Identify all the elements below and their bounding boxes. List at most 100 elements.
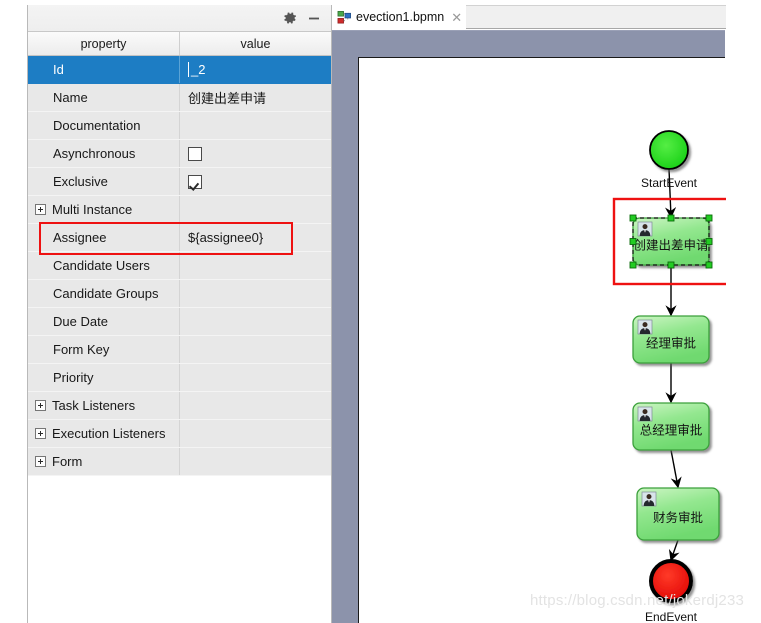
property-row-documentation[interactable]: Documentation	[28, 112, 331, 140]
sequence-flow-task4-to-endEvent[interactable]	[668, 539, 680, 562]
tab-label: evection1.bpmn	[356, 10, 445, 24]
event-circle	[649, 559, 693, 603]
property-value-cell[interactable]: _2	[180, 56, 331, 83]
property-value-cell[interactable]	[180, 364, 331, 391]
person-head	[642, 409, 648, 415]
property-row-form[interactable]: Form	[28, 448, 331, 476]
user-task-person-icon	[637, 221, 653, 237]
diagram-canvas[interactable]: StartEvent 创建出差申请 经理审批 总经理审批 财务审批 EndEvent	[358, 57, 726, 623]
property-label: Documentation	[53, 118, 141, 133]
property-value-cell[interactable]	[180, 252, 331, 279]
property-value-cell[interactable]	[180, 308, 331, 335]
text-cursor	[188, 62, 189, 77]
property-label: Exclusive	[53, 174, 108, 189]
property-label: Task Listeners	[52, 398, 136, 413]
property-value-cell[interactable]	[180, 448, 331, 475]
property-row-priority[interactable]: Priority	[28, 364, 331, 392]
editor-tabstrip: evection1.bpmn ✕	[332, 5, 726, 29]
property-value-cell[interactable]	[180, 112, 331, 139]
column-header-value[interactable]: value	[180, 32, 331, 55]
resize-handle[interactable]	[667, 261, 675, 269]
property-name-cell: Name	[28, 84, 180, 111]
property-row-name[interactable]: Name 创建出差申请	[28, 84, 331, 112]
property-value-cell[interactable]: 创建出差申请	[180, 84, 331, 111]
event-circle	[649, 130, 689, 170]
person-head	[642, 224, 648, 230]
property-name-cell: Candidate Groups	[28, 280, 180, 307]
properties-panel: property value Id _2 Name 创建出差申请 Documentati…	[27, 5, 332, 623]
property-value-cell[interactable]	[180, 168, 331, 195]
resize-handle[interactable]	[667, 214, 675, 222]
expand-plus-icon[interactable]	[35, 456, 46, 467]
property-label: Assignee	[53, 230, 107, 245]
property-value-cell[interactable]	[180, 196, 331, 223]
user-task-person-icon	[637, 319, 653, 335]
properties-table-body: Id _2 Name 创建出差申请 Documentation Asynchronous E…	[28, 56, 331, 476]
property-name-cell: Assignee	[28, 224, 180, 251]
property-name-cell: Form	[28, 448, 180, 475]
start-event-node[interactable]	[649, 130, 689, 170]
property-row-due-date[interactable]: Due Date	[28, 308, 331, 336]
end-event-node[interactable]	[649, 559, 693, 603]
resize-handle[interactable]	[705, 214, 713, 222]
resize-handle[interactable]	[705, 238, 713, 245]
minimize-icon[interactable]	[303, 8, 325, 28]
property-name-cell: Priority	[28, 364, 180, 391]
person-head	[646, 494, 652, 500]
task-label: 创建出差申请	[633, 239, 708, 253]
property-row-id[interactable]: Id _2	[28, 56, 331, 84]
editor-area: evection1.bpmn ✕ StartEvent 创建出差申请 经理审批 总经理…	[332, 0, 761, 623]
bpmn-diagram[interactable]: StartEvent 创建出差申请经理审批总经理审批财务审批 EndEvent	[359, 58, 726, 623]
flow-line	[670, 449, 682, 489]
property-name-cell: Exclusive	[28, 168, 180, 195]
resize-handle[interactable]	[629, 261, 637, 269]
property-name-cell: Id	[28, 56, 180, 83]
gear-icon[interactable]	[279, 8, 301, 28]
tabstrip-empty-space	[460, 5, 726, 29]
bpmn-editor-window: property value Id _2 Name 创建出差申请 Documentati…	[0, 0, 761, 623]
property-value: 创建出差申请	[188, 91, 267, 106]
sequence-flow-task3-to-task4[interactable]	[670, 449, 682, 489]
property-row-asynchronous[interactable]: Asynchronous	[28, 140, 331, 168]
checkbox-exclusive[interactable]	[188, 174, 202, 189]
column-header-property[interactable]: property	[28, 32, 180, 55]
property-name-cell: Execution Listeners	[28, 420, 180, 447]
expand-plus-icon[interactable]	[35, 204, 46, 215]
property-label: Form Key	[53, 342, 110, 357]
checkbox-asynchronous[interactable]	[188, 146, 202, 161]
property-label: Candidate Groups	[53, 286, 159, 301]
resize-handle[interactable]	[629, 238, 637, 245]
property-row-task-listeners[interactable]: Task Listeners	[28, 392, 331, 420]
property-value: _2	[191, 62, 206, 77]
property-value-cell[interactable]: ${assignee0}	[180, 224, 331, 251]
property-row-multi-instance[interactable]: Multi Instance	[28, 196, 331, 224]
property-name-cell: Asynchronous	[28, 140, 180, 167]
property-value-cell[interactable]	[180, 140, 331, 167]
diagram-canvas-background[interactable]: StartEvent 创建出差申请 经理审批 总经理审批 财务审批 EndEvent	[332, 30, 726, 623]
property-row-exclusive[interactable]: Exclusive	[28, 168, 331, 196]
tab-evection1-bpmn[interactable]: evection1.bpmn ✕	[332, 5, 467, 29]
property-row-candidate-groups[interactable]: Candidate Groups	[28, 280, 331, 308]
property-label: Name	[53, 90, 88, 105]
close-icon[interactable]: ✕	[451, 11, 462, 24]
expand-plus-icon[interactable]	[35, 400, 46, 411]
property-value-cell[interactable]	[180, 280, 331, 307]
task-label: 财务审批	[653, 510, 703, 525]
property-row-form-key[interactable]: Form Key	[28, 336, 331, 364]
expand-plus-icon[interactable]	[35, 428, 46, 439]
bpmn-file-icon	[337, 10, 351, 23]
task-label: 总经理审批	[640, 423, 703, 438]
property-value-cell[interactable]	[180, 336, 331, 363]
property-label: Priority	[53, 370, 94, 385]
property-value-cell[interactable]	[180, 420, 331, 447]
property-row-candidate-users[interactable]: Candidate Users	[28, 252, 331, 280]
resize-handle[interactable]	[629, 214, 637, 222]
property-label: Id	[53, 62, 64, 77]
task-label: 经理审批	[646, 336, 696, 351]
property-value-cell[interactable]	[180, 392, 331, 419]
property-row-execution-listeners[interactable]: Execution Listeners	[28, 420, 331, 448]
property-name-cell: Task Listeners	[28, 392, 180, 419]
resize-handle[interactable]	[705, 261, 713, 269]
property-label: Asynchronous	[53, 146, 136, 161]
property-row-assignee[interactable]: Assignee ${assignee0}	[28, 224, 331, 252]
